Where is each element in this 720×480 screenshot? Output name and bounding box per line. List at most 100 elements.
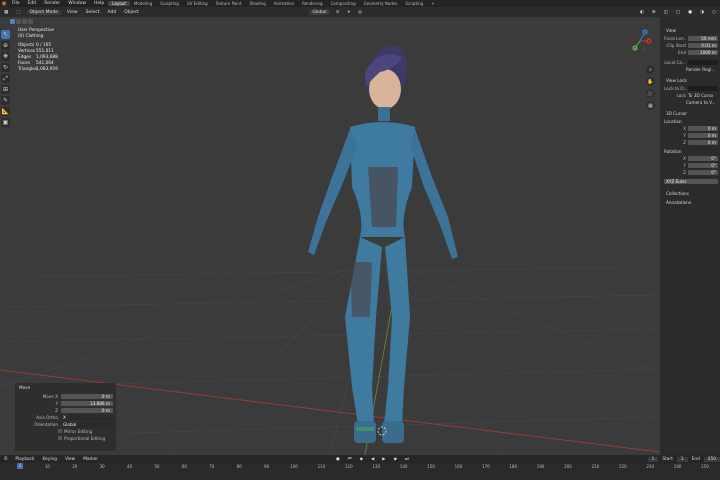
camera-to-view-row[interactable]: Camera to V... (660, 99, 720, 106)
play-reverse-icon[interactable]: ◀ (367, 457, 378, 462)
menu-playback[interactable]: Playback (11, 457, 38, 462)
menu-window[interactable]: Window (64, 1, 90, 6)
loc-y-field[interactable]: 0 m (688, 133, 718, 138)
menu-edit[interactable]: Edit (24, 1, 41, 6)
proportional-editing-checkbox[interactable]: Proportional Editing (58, 435, 113, 441)
overlay-toggle-icon[interactable]: ◫ (660, 10, 672, 15)
record-icon[interactable]: ● (332, 457, 344, 462)
jump-start-icon[interactable]: ⏮ (344, 457, 356, 462)
rot-x-field[interactable]: 0° (688, 156, 718, 161)
lock-object-field[interactable] (688, 86, 718, 91)
play-icon[interactable]: ▶ (378, 457, 389, 462)
menu-object[interactable]: Object (120, 10, 143, 15)
tab-geometry-nodes[interactable]: Geometry Nodes (360, 1, 402, 6)
menu-file[interactable]: File (8, 1, 24, 6)
view-lock-header[interactable]: View Lock (660, 76, 720, 85)
proportional-icon[interactable]: ◎ (354, 10, 366, 15)
select-invert-icon[interactable] (28, 18, 33, 24)
tab-layout[interactable]: Layout (108, 1, 130, 6)
add-workspace-button[interactable]: + (427, 1, 438, 6)
local-camera-field[interactable] (688, 60, 718, 65)
snap-icon[interactable]: ⌖ (343, 9, 354, 15)
gizmo-toggle-icon[interactable]: ⊕ (648, 10, 660, 15)
render-region-row[interactable]: Render Regi... (660, 66, 720, 73)
clip-end-field[interactable]: 1000 m (688, 50, 718, 55)
rotation-mode-dropdown[interactable]: XYZ Euler (664, 179, 718, 184)
move-x-field[interactable]: 0 m (61, 393, 113, 399)
loc-x-field[interactable]: 0 m (688, 126, 718, 131)
shading-solid-icon[interactable]: ● (684, 10, 696, 15)
lock-3d-cursor-checkbox[interactable]: To 3D Curso (688, 93, 713, 98)
rot-z-field[interactable]: 0° (688, 170, 718, 175)
select-tool-icon[interactable]: ↖ (1, 30, 10, 39)
prev-key-icon[interactable]: ◆ (356, 457, 367, 462)
measure-tool-icon[interactable]: 📐 (1, 107, 10, 116)
tab-compositing[interactable]: Compositing (327, 1, 360, 6)
shading-rendered-icon[interactable]: ○ (708, 10, 720, 15)
move-z-field[interactable]: 0 m (61, 407, 113, 413)
collections-header[interactable]: Collections (660, 189, 720, 198)
timeline-editor-icon[interactable]: ⏱ (0, 457, 11, 462)
tab-shading[interactable]: Shading (245, 1, 269, 6)
character-model[interactable] (308, 45, 458, 443)
editor-type-icon[interactable]: ▦ (0, 10, 12, 15)
playhead[interactable]: 1 (17, 463, 23, 469)
camera-icon[interactable]: 🎥 (646, 89, 655, 98)
pan-hand-icon[interactable]: ✋ (646, 77, 655, 86)
cursor-tool-icon[interactable]: ⊕ (1, 41, 10, 50)
start-frame-field[interactable]: 1 (676, 456, 688, 462)
tab-animation[interactable]: Animation (270, 1, 298, 6)
jump-end-icon[interactable]: ⏭ (401, 457, 413, 462)
loc-z-field[interactable]: 0 m (688, 140, 718, 145)
select-extend-icon[interactable] (16, 18, 21, 24)
tab-sculpting[interactable]: Sculpting (156, 1, 183, 6)
move-y-field[interactable]: 13.686 m (61, 400, 113, 406)
timeline-area[interactable]: 0102030405060708090100110120130140150160… (0, 463, 720, 480)
gizmo-neg-y-icon[interactable] (642, 47, 646, 51)
blender-logo-icon[interactable]: ◉ (0, 0, 8, 7)
mode-dropdown[interactable]: Object Mode (26, 9, 61, 15)
clip-start-field[interactable]: 0.01 m (688, 43, 718, 48)
tab-uv-editing[interactable]: UV Editing (183, 1, 212, 6)
menu-timeline-view[interactable]: View (61, 457, 79, 462)
menu-marker[interactable]: Marker (79, 457, 102, 462)
view-section-header[interactable]: View (660, 26, 720, 35)
mirror-editing-checkbox[interactable]: Mirror Editing (58, 428, 113, 434)
orientation-dropdown[interactable]: Global (61, 421, 113, 427)
rot-y-field[interactable]: 0° (688, 163, 718, 168)
grid-toggle-icon[interactable]: ▦ (646, 101, 655, 110)
xray-icon[interactable]: ▢ (672, 10, 684, 15)
tab-modeling[interactable]: Modeling (130, 1, 156, 6)
navigation-gizmo[interactable]: X Z Y (626, 27, 654, 55)
axis-ortho-dropdown[interactable]: X (61, 414, 113, 420)
rotate-tool-icon[interactable]: ↻ (1, 63, 10, 72)
next-key-icon[interactable]: ◆ (390, 457, 401, 462)
add-cube-tool-icon[interactable]: ▣ (1, 118, 10, 127)
zoom-icon[interactable]: ⌕ (646, 65, 655, 74)
pivot-icon[interactable]: ⊙ (332, 10, 344, 15)
shading-material-icon[interactable]: ◑ (696, 10, 708, 15)
tab-rendering[interactable]: Rendering (298, 1, 326, 6)
move-tool-icon[interactable]: ✥ (1, 52, 10, 61)
select-box-icon[interactable] (10, 18, 15, 24)
menu-help[interactable]: Help (90, 1, 108, 6)
annotations-header[interactable]: Annotations (660, 198, 720, 207)
menu-view[interactable]: View (63, 10, 82, 15)
3d-cursor-header[interactable]: 3D Cursor (660, 109, 720, 118)
focal-length-field[interactable]: 50 mm (688, 36, 718, 41)
tab-scripting[interactable]: Scripting (401, 1, 427, 6)
annotate-tool-icon[interactable]: ✎ (1, 96, 10, 105)
operator-title[interactable]: Move (15, 383, 116, 392)
end-frame-field[interactable]: 250 (703, 456, 720, 462)
transform-tool-icon[interactable]: ⊞ (1, 85, 10, 94)
visibility-icon[interactable]: ◐ (636, 10, 648, 15)
select-mode-icon[interactable]: ⬚ (12, 10, 24, 15)
scale-tool-icon[interactable]: ⤢ (1, 74, 10, 83)
menu-add[interactable]: Add (103, 10, 120, 15)
orientation-dropdown[interactable]: Global (309, 9, 330, 15)
select-subtract-icon[interactable] (22, 18, 27, 24)
menu-select[interactable]: Select (82, 10, 104, 15)
menu-render[interactable]: Render (40, 1, 64, 6)
current-frame-field[interactable]: 1 (647, 456, 659, 462)
tab-texture-paint[interactable]: Texture Paint (212, 1, 246, 6)
